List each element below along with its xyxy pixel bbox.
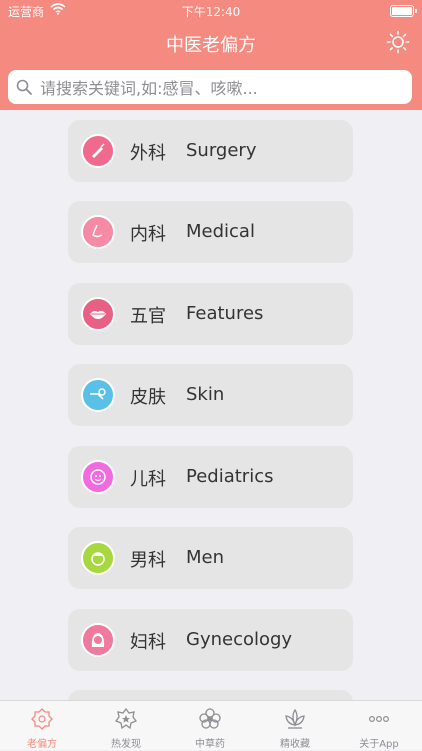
category-label-en: Features: [186, 303, 264, 324]
tab-label: 热发现: [111, 739, 141, 750]
category-label-en: Surgery: [186, 140, 257, 161]
category-item-features[interactable]: 五官 Features: [68, 283, 353, 345]
nose-icon: [81, 215, 115, 249]
search-input[interactable]: [38, 70, 407, 106]
category-label-zh: 男科: [130, 550, 166, 571]
search-icon: [16, 79, 32, 95]
more-dots-icon: [368, 716, 390, 723]
tab-label: 关于App: [359, 739, 399, 750]
tab-discover[interactable]: 热发现: [84, 701, 168, 751]
battery-icon: [390, 5, 417, 17]
category-item-medical[interactable]: 内科 Medical: [68, 201, 353, 263]
tab-herbs[interactable]: 中草药: [168, 701, 252, 751]
man-icon: [81, 541, 115, 575]
category-item-pediatrics[interactable]: 儿科 Pediatrics: [68, 446, 353, 508]
tab-home[interactable]: 老偏方: [0, 701, 84, 751]
skin-tool-icon: [81, 378, 115, 412]
category-label-en: Pediatrics: [186, 466, 274, 487]
category-label-en: Men: [186, 547, 225, 568]
star-flower-icon: [114, 707, 138, 730]
page-title: 中医老偏方: [166, 35, 256, 56]
category-item-men[interactable]: 男科 Men: [68, 527, 353, 589]
tab-about[interactable]: 关于App: [337, 701, 421, 751]
category-item-skin[interactable]: 皮肤 Skin: [68, 364, 353, 426]
category-label-zh: 儿科: [130, 469, 166, 490]
tab-label: 精收藏: [280, 739, 310, 750]
category-label-zh: 妇科: [130, 632, 166, 653]
category-label-zh: 五官: [130, 306, 166, 327]
scalpel-icon: [81, 134, 115, 168]
baby-icon: [81, 460, 115, 494]
category-label-en: Medical: [186, 221, 255, 242]
tab-favorites[interactable]: 精收藏: [253, 701, 337, 751]
search-bar: [0, 65, 422, 110]
category-label-en: Gynecology: [186, 629, 293, 650]
herb-flower-icon: [199, 708, 221, 729]
woman-icon: [81, 623, 115, 657]
category-label-zh: 内科: [130, 224, 166, 245]
tab-label: 老偏方: [27, 739, 57, 750]
tab-bar: 老偏方 热发现 中草药 精收藏 关于App: [0, 700, 422, 750]
lips-icon: [81, 297, 115, 331]
category-item-surgery[interactable]: 外科 Surgery: [68, 120, 353, 182]
clock: 下午12:40: [181, 5, 241, 19]
category-label-en: Skin: [186, 384, 225, 405]
category-label-zh: 外科: [130, 143, 166, 164]
flower-badge-icon: [31, 708, 53, 730]
gear-icon[interactable]: [386, 30, 410, 54]
lotus-icon: [285, 708, 305, 729]
category-item-partial[interactable]: [68, 690, 353, 700]
category-list: 外科 Surgery 内科 Medical 五官 Features 皮肤 Ski…: [0, 110, 422, 700]
category-item-gynecology[interactable]: 妇科 Gynecology: [68, 609, 353, 671]
tab-label: 中草药: [195, 739, 225, 750]
category-label-zh: 皮肤: [130, 387, 166, 408]
nav-bar: 中医老偏方: [0, 20, 422, 65]
search-box[interactable]: [8, 70, 412, 106]
status-bar: 运营商 下午12:40: [0, 0, 422, 20]
